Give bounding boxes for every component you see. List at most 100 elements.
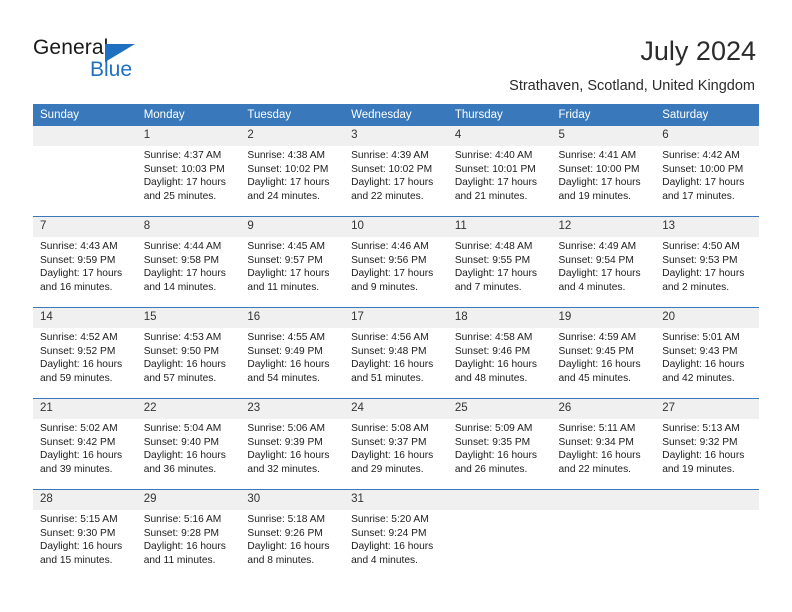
sunrise-text: Sunrise: 4:52 AM bbox=[40, 332, 118, 343]
calendar-day-cell[interactable]: 21 Sunrise: 5:02 AM Sunset: 9:42 PM Dayligh… bbox=[33, 398, 137, 490]
day-number: 8 bbox=[136, 217, 241, 237]
daylight-text-line2: and 11 minutes. bbox=[143, 554, 216, 566]
daylight-text-line1: Daylight: 16 hours bbox=[662, 450, 745, 462]
sunrise-text: Sunrise: 4:43 AM bbox=[40, 241, 118, 252]
calendar-day-cell[interactable]: 20 Sunrise: 5:01 AM Sunset: 9:43 PM Dayligh… bbox=[655, 307, 759, 399]
calendar-week-row: 14 Sunrise: 4:52 AM Sunset: 9:52 PM Dayligh… bbox=[33, 307, 759, 399]
calendar-day-cell[interactable]: 17 Sunrise: 4:56 AM Sunset: 9:48 PM Dayligh… bbox=[344, 307, 448, 399]
calendar-day-cell[interactable]: 7 Sunrise: 4:43 AM Sunset: 9:59 PM Daylight… bbox=[33, 216, 137, 308]
calendar-day-cell[interactable]: 11 Sunrise: 4:48 AM Sunset: 9:55 PM Dayligh… bbox=[447, 216, 552, 308]
sunrise-text: Sunrise: 4:40 AM bbox=[454, 150, 533, 161]
daylight-text-line1: Daylight: 17 hours bbox=[558, 177, 641, 189]
daylight-text-line2: and 42 minutes. bbox=[662, 372, 735, 384]
calendar-day-cell[interactable]: 6 Sunrise: 4:42 AM Sunset: 10:00 PM Dayligh… bbox=[655, 126, 759, 217]
page-header: General Blue July 2024 Strathaven, Scotl… bbox=[0, 0, 792, 98]
daylight-text-line2: and 25 minutes. bbox=[143, 190, 217, 202]
sun-info: Sunrise: 5:04 AM Sunset: 9:40 PM Daylight:… bbox=[137, 419, 241, 476]
calendar-day-cell[interactable]: 22 Sunrise: 5:04 AM Sunset: 9:40 PM Dayligh… bbox=[136, 398, 241, 490]
sun-info: Sunrise: 4:49 AM Sunset: 9:54 PM Daylight:… bbox=[552, 237, 656, 294]
sunrise-text: Sunrise: 5:18 AM bbox=[247, 514, 325, 525]
day-number bbox=[33, 126, 137, 146]
day-number: 18 bbox=[447, 308, 552, 328]
day-number: 22 bbox=[136, 399, 241, 419]
calendar-day-cell[interactable]: 18 Sunrise: 4:58 AM Sunset: 9:46 PM Dayligh… bbox=[447, 307, 552, 399]
day-number: 24 bbox=[344, 399, 448, 419]
calendar-cell-empty bbox=[447, 489, 552, 580]
sunset-text: Sunset: 9:48 PM bbox=[351, 345, 427, 357]
sunrise-text: Sunrise: 4:39 AM bbox=[351, 150, 429, 161]
daylight-text-line1: Daylight: 16 hours bbox=[662, 359, 745, 371]
daylight-text-line2: and 36 minutes. bbox=[143, 463, 217, 475]
daylight-text-line2: and 29 minutes. bbox=[351, 463, 424, 475]
day-number bbox=[655, 490, 759, 510]
sunset-text: Sunset: 10:02 PM bbox=[351, 163, 433, 175]
calendar-day-cell[interactable]: 5 Sunrise: 4:41 AM Sunset: 10:00 PM Dayligh… bbox=[551, 126, 656, 217]
calendar-day-cell[interactable]: 25 Sunrise: 5:09 AM Sunset: 9:35 PM Dayligh… bbox=[447, 398, 552, 490]
day-number: 25 bbox=[447, 399, 552, 419]
sunrise-text: Sunrise: 5:15 AM bbox=[40, 514, 118, 525]
sunrise-text: Sunrise: 4:55 AM bbox=[247, 332, 325, 343]
calendar-day-cell[interactable]: 4 Sunrise: 4:40 AM Sunset: 10:01 PM Dayligh… bbox=[447, 126, 552, 217]
daylight-text-line2: and 59 minutes. bbox=[40, 372, 113, 384]
sun-info: Sunrise: 4:59 AM Sunset: 9:45 PM Daylight:… bbox=[552, 328, 656, 385]
calendar-day-cell[interactable]: 15 Sunrise: 4:53 AM Sunset: 9:50 PM Dayligh… bbox=[136, 307, 241, 399]
page-title: July 2024 bbox=[640, 36, 756, 66]
calendar-day-cell[interactable]: 23 Sunrise: 5:06 AM Sunset: 9:39 PM Dayligh… bbox=[240, 398, 345, 490]
calendar-day-cell[interactable]: 14 Sunrise: 4:52 AM Sunset: 9:52 PM Dayligh… bbox=[33, 307, 137, 399]
calendar-day-cell[interactable]: 1 Sunrise: 4:37 AM Sunset: 10:03 PM Dayligh… bbox=[136, 126, 241, 217]
sun-info: Sunrise: 5:20 AM Sunset: 9:24 PM Daylight:… bbox=[344, 510, 448, 567]
sun-info: Sunrise: 5:18 AM Sunset: 9:26 PM Daylight:… bbox=[240, 510, 344, 567]
day-number: 21 bbox=[33, 399, 137, 419]
day-number: 3 bbox=[344, 126, 448, 146]
sunset-text: Sunset: 9:40 PM bbox=[143, 436, 220, 448]
sunrise-text: Sunrise: 4:58 AM bbox=[454, 332, 533, 343]
sunrise-text: Sunrise: 5:01 AM bbox=[662, 332, 740, 343]
calendar-day-cell[interactable]: 10 Sunrise: 4:46 AM Sunset: 9:56 PM Dayligh… bbox=[344, 216, 448, 308]
daylight-text-line1: Daylight: 16 hours bbox=[351, 359, 434, 371]
daylight-text-line1: Daylight: 17 hours bbox=[662, 268, 745, 280]
calendar-day-cell[interactable]: 24 Sunrise: 5:08 AM Sunset: 9:37 PM Dayligh… bbox=[344, 398, 448, 490]
sunset-text: Sunset: 9:39 PM bbox=[247, 436, 323, 448]
calendar-day-cell[interactable]: 12 Sunrise: 4:49 AM Sunset: 9:54 PM Dayligh… bbox=[551, 216, 656, 308]
sunrise-text: Sunrise: 4:44 AM bbox=[143, 241, 222, 252]
sun-info: Sunrise: 4:52 AM Sunset: 9:52 PM Daylight:… bbox=[33, 328, 137, 385]
sunset-text: Sunset: 9:42 PM bbox=[40, 436, 116, 448]
calendar-day-cell[interactable]: 2 Sunrise: 4:38 AM Sunset: 10:02 PM Dayligh… bbox=[240, 126, 345, 217]
weekday-header-friday: Friday bbox=[551, 104, 656, 126]
calendar-day-cell[interactable]: 9 Sunrise: 4:45 AM Sunset: 9:57 PM Daylight… bbox=[240, 216, 345, 308]
sun-info: Sunrise: 4:48 AM Sunset: 9:55 PM Daylight:… bbox=[448, 237, 552, 294]
weekday-header-saturday: Saturday bbox=[655, 104, 759, 126]
calendar-day-cell[interactable]: 29 Sunrise: 5:16 AM Sunset: 9:28 PM Dayligh… bbox=[136, 489, 241, 580]
sun-info: Sunrise: 4:39 AM Sunset: 10:02 PM Daylight… bbox=[344, 146, 448, 203]
brand-logo[interactable]: General Blue bbox=[33, 36, 223, 86]
weekday-header-monday: Monday bbox=[136, 104, 241, 126]
daylight-text-line1: Daylight: 16 hours bbox=[143, 541, 226, 553]
calendar-day-cell[interactable]: 28 Sunrise: 5:15 AM Sunset: 9:30 PM Dayligh… bbox=[33, 489, 137, 580]
daylight-text-line1: Daylight: 16 hours bbox=[247, 541, 330, 553]
daylight-text-line2: and 14 minutes. bbox=[143, 281, 217, 293]
calendar-day-cell[interactable]: 16 Sunrise: 4:55 AM Sunset: 9:49 PM Dayligh… bbox=[240, 307, 345, 399]
calendar-header-row: Sunday Monday Tuesday Wednesday Thursday… bbox=[33, 104, 759, 126]
calendar-day-cell[interactable]: 8 Sunrise: 4:44 AM Sunset: 9:58 PM Daylight… bbox=[136, 216, 241, 308]
sun-info: Sunrise: 4:41 AM Sunset: 10:00 PM Daylight… bbox=[552, 146, 656, 203]
daylight-text-line1: Daylight: 17 hours bbox=[662, 177, 745, 189]
daylight-text-line1: Daylight: 16 hours bbox=[558, 450, 641, 462]
sun-info: Sunrise: 5:02 AM Sunset: 9:42 PM Daylight:… bbox=[33, 419, 137, 476]
calendar-day-cell[interactable]: 27 Sunrise: 5:13 AM Sunset: 9:32 PM Dayligh… bbox=[655, 398, 759, 490]
daylight-text-line2: and 7 minutes. bbox=[454, 281, 522, 293]
sun-info: Sunrise: 5:08 AM Sunset: 9:37 PM Daylight:… bbox=[344, 419, 448, 476]
daylight-text-line2: and 9 minutes. bbox=[351, 281, 418, 293]
sun-info: Sunrise: 4:44 AM Sunset: 9:58 PM Daylight:… bbox=[137, 237, 241, 294]
calendar-day-cell[interactable]: 31 Sunrise: 5:20 AM Sunset: 9:24 PM Dayligh… bbox=[344, 489, 448, 580]
calendar-day-cell[interactable]: 13 Sunrise: 4:50 AM Sunset: 9:53 PM Dayligh… bbox=[655, 216, 759, 308]
calendar-day-cell[interactable]: 19 Sunrise: 4:59 AM Sunset: 9:45 PM Dayligh… bbox=[551, 307, 656, 399]
sunrise-text: Sunrise: 4:59 AM bbox=[558, 332, 637, 343]
sun-info: Sunrise: 5:06 AM Sunset: 9:39 PM Daylight:… bbox=[240, 419, 344, 476]
page-subtitle: Strathaven, Scotland, United Kingdom bbox=[509, 78, 755, 94]
sun-info: Sunrise: 5:13 AM Sunset: 9:32 PM Daylight:… bbox=[655, 419, 759, 476]
calendar-day-cell[interactable]: 30 Sunrise: 5:18 AM Sunset: 9:26 PM Dayligh… bbox=[240, 489, 345, 580]
calendar-day-cell[interactable]: 3 Sunrise: 4:39 AM Sunset: 10:02 PM Dayligh… bbox=[344, 126, 448, 217]
day-number: 20 bbox=[655, 308, 759, 328]
sunset-text: Sunset: 9:45 PM bbox=[558, 345, 634, 357]
calendar-day-cell[interactable]: 26 Sunrise: 5:11 AM Sunset: 9:34 PM Dayligh… bbox=[551, 398, 656, 490]
